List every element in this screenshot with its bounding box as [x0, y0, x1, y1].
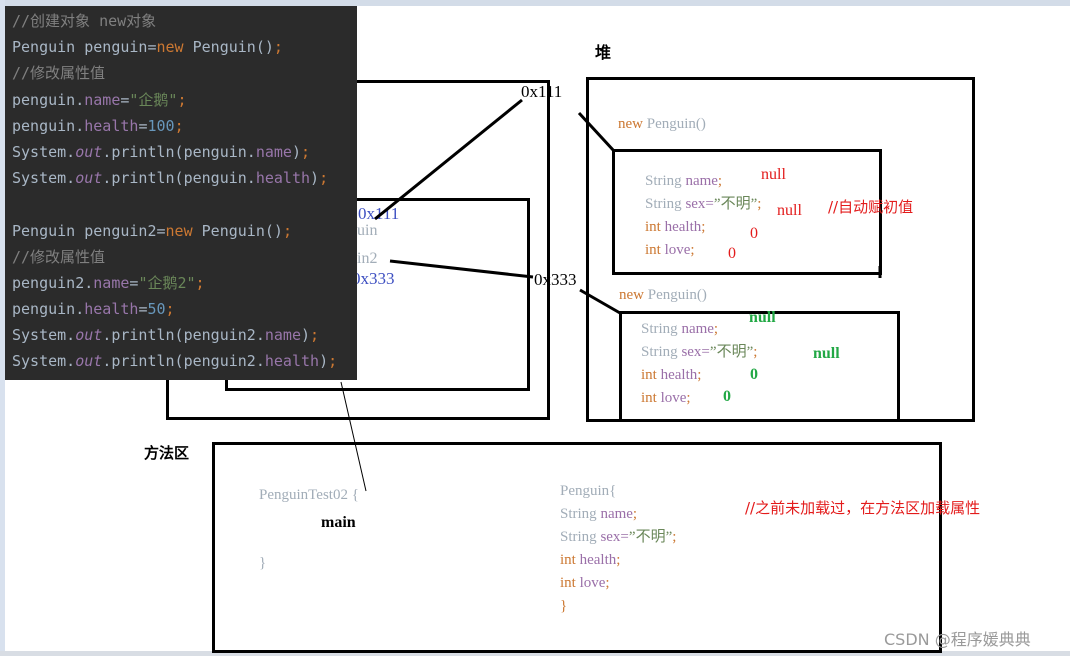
ref2-to-heap-arrow [389, 259, 534, 279]
code-line: System.out.println(penguin2.name); [12, 322, 357, 348]
code-token: System. [12, 326, 76, 345]
code-line: Penguin penguin=new Penguin(); [12, 34, 357, 60]
code-token: out [75, 326, 103, 345]
code-token: name [93, 273, 130, 292]
code-token: ; [174, 116, 184, 135]
code-line: //修改属性值 [12, 244, 357, 270]
code-token: ; [310, 326, 320, 345]
code-token: ) [310, 169, 320, 188]
code-line: penguin2.name="企鹅2"; [12, 270, 357, 296]
code-token: new [156, 38, 184, 57]
code-token: System. [12, 142, 76, 161]
code-token: penguin2. [12, 273, 94, 292]
code-token: ; [319, 169, 329, 188]
code-token: Penguin penguin2= [12, 221, 166, 240]
heap-0x111-to-object1-line [577, 111, 616, 153]
code-line: //修改属性值 [12, 60, 357, 86]
code-token: penguin. [12, 90, 85, 109]
code-token: health [84, 116, 139, 135]
code-token: out [75, 169, 103, 188]
code-token: "企鹅2" [138, 273, 196, 292]
code-editor-panel: //创建对象 new对象 Penguin penguin=new Penguin(… [5, 6, 357, 380]
heap-0x333-to-object2-line [579, 288, 621, 315]
code-line: //创建对象 new对象 [12, 8, 357, 34]
code-token: Penguin() [183, 38, 274, 57]
code-token: //修改属性值 [12, 64, 106, 83]
code-token: ; [273, 38, 283, 57]
code-token: ; [165, 300, 175, 319]
code-token: out [75, 352, 103, 371]
code-line: System.out.println(penguin2.health); [12, 348, 357, 374]
ref1-to-heap-arrow [374, 98, 523, 221]
code-token: 100 [147, 116, 175, 135]
code-token: .println(penguin2. [102, 352, 265, 371]
code-line: penguin.health=50; [12, 296, 357, 322]
code-token: health [84, 300, 139, 319]
code-line: penguin.name="企鹅"; [12, 87, 357, 113]
code-token: health [255, 169, 311, 188]
code-line: System.out.println(penguin.name); [12, 139, 357, 165]
code-token: penguin. [12, 116, 85, 135]
code-line: penguin.health=100; [12, 113, 357, 139]
code-token: name [264, 326, 301, 345]
code-token: .println(penguin. [102, 169, 256, 188]
code-token: "企鹅" [129, 90, 178, 109]
code-token: name [84, 90, 121, 109]
code-token: out [75, 142, 103, 161]
code-token: Penguin() [192, 221, 283, 240]
code-token: ) [301, 326, 311, 345]
code-token: //创建对象 new对象 [12, 12, 157, 30]
code-token: ; [328, 352, 338, 371]
code-token: //修改属性值 [12, 247, 106, 266]
code-token: ; [282, 221, 292, 240]
code-token: new [165, 221, 193, 240]
code-token: penguin. [12, 300, 85, 319]
code-token: ; [301, 142, 311, 161]
main-to-method-area-line [340, 381, 367, 492]
code-token: ) [319, 352, 329, 371]
code-line: Penguin penguin2=new Penguin(); [12, 218, 357, 244]
code-line: System.out.println(penguin.health); [12, 165, 357, 191]
code-token: ) [291, 142, 301, 161]
code-token: ; [195, 273, 205, 292]
code-token: .println(penguin. [102, 142, 256, 161]
code-token: .println(penguin2. [102, 326, 265, 345]
code-token: System. [12, 169, 76, 188]
code-token: ; [177, 90, 187, 109]
code-token: health [264, 352, 320, 371]
code-token: Penguin penguin= [12, 38, 157, 57]
code-token: 50 [147, 300, 166, 319]
code-token: name [255, 142, 292, 161]
code-token: System. [12, 352, 76, 371]
